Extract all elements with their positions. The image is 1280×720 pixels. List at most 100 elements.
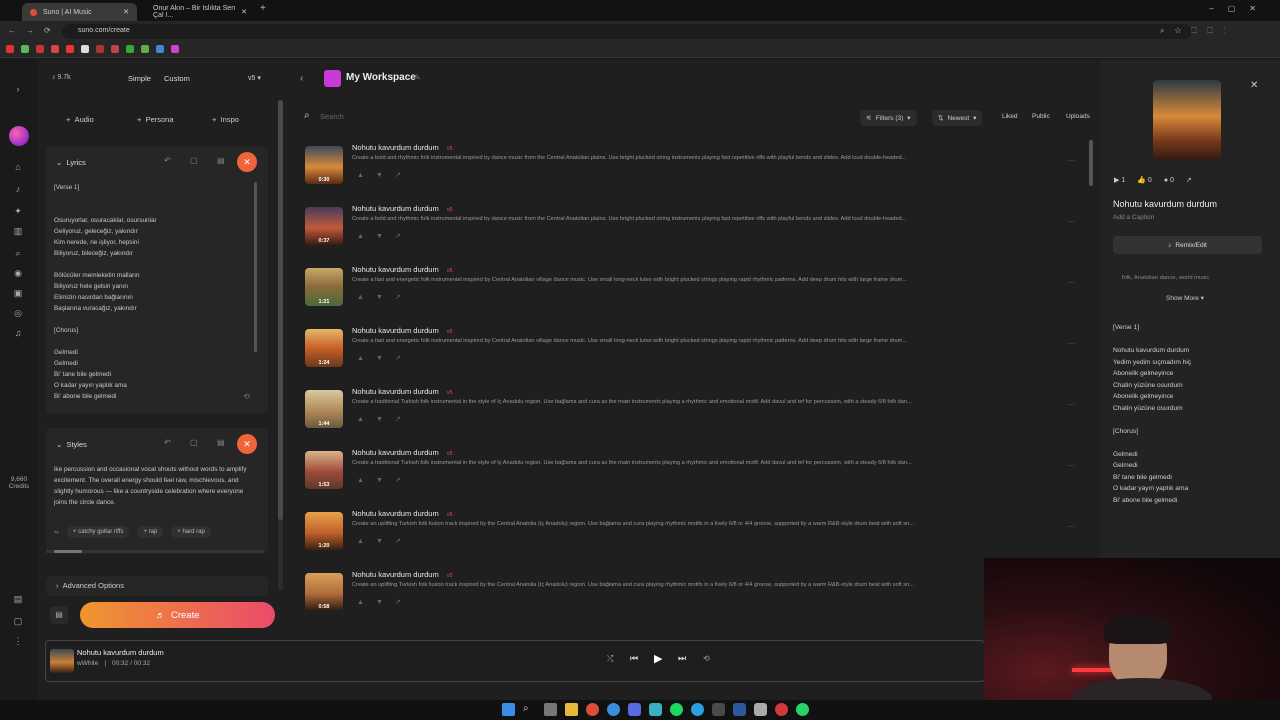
share-icon[interactable]: ↗ bbox=[395, 599, 413, 606]
song-row[interactable]: 1:53 Nohutu kavurdum durdum v5 Create a tra… bbox=[305, 448, 1075, 511]
more-options-icon[interactable]: ⋯ bbox=[1067, 339, 1075, 348]
tab-youtube[interactable]: Onur Akın – Bir Islıkta Sen Çal I... ✕ bbox=[145, 3, 255, 21]
trash-icon[interactable]: ▤ bbox=[12, 594, 24, 606]
share-icon[interactable]: ↗ bbox=[1186, 176, 1192, 184]
mode-simple-tab[interactable]: Simple bbox=[128, 74, 151, 83]
song-cover[interactable]: 1:24 bbox=[305, 329, 343, 367]
undo-icon[interactable]: ↶ bbox=[164, 156, 171, 165]
library-icon[interactable]: ▥ bbox=[12, 226, 24, 238]
liked-filter[interactable]: Liked bbox=[1002, 113, 1018, 120]
song-cover[interactable]: 1:53 bbox=[305, 451, 343, 489]
song-row[interactable]: 1:44 Nohutu kavurdum durdum v5 Create a tra… bbox=[305, 387, 1075, 450]
previous-icon[interactable]: ⏮ bbox=[630, 653, 638, 664]
song-actions[interactable]: ▲▼↗ bbox=[357, 415, 413, 423]
share-icon[interactable]: ↗ bbox=[395, 477, 413, 484]
song-actions[interactable]: ▲▼↗ bbox=[357, 171, 413, 179]
magic-wand-icon[interactable]: ✕ bbox=[237, 152, 257, 172]
repeat-icon[interactable]: ⟲ bbox=[703, 654, 710, 663]
styles-textarea[interactable]: ike percussion and occasional vocal shou… bbox=[54, 464, 252, 508]
song-cover[interactable]: 1:20 bbox=[305, 512, 343, 550]
comment-count[interactable]: ● 0 bbox=[1164, 177, 1174, 184]
song-actions[interactable]: ▲▼↗ bbox=[357, 537, 413, 545]
song-title[interactable]: Nohutu kavurdum durdum bbox=[352, 570, 439, 579]
tab-suno[interactable]: Suno | AI Music ✕ bbox=[22, 3, 137, 21]
search-icon[interactable]: ⌕ bbox=[12, 248, 24, 260]
undo-icon[interactable]: ↶ bbox=[164, 438, 171, 447]
thumbs-down-icon[interactable]: ▼ bbox=[376, 355, 395, 362]
more-options-icon[interactable]: ⋯ bbox=[1067, 217, 1075, 226]
back-icon[interactable]: ‹ bbox=[300, 73, 303, 84]
avatar[interactable] bbox=[9, 126, 29, 146]
next-icon[interactable]: ⏭ bbox=[678, 653, 686, 664]
magic-wand-icon[interactable]: ✕ bbox=[237, 434, 257, 454]
song-title[interactable]: Nohutu kavurdum durdum bbox=[352, 204, 439, 213]
caption-input[interactable]: Add a Caption bbox=[1113, 214, 1154, 221]
home-icon[interactable]: ⌂ bbox=[12, 162, 24, 174]
player-artist[interactable]: wWhite bbox=[77, 660, 98, 667]
inspo-button[interactable]: + Inspo bbox=[212, 115, 239, 124]
edit-icon[interactable]: ✎ bbox=[414, 73, 421, 82]
like-count[interactable]: 👍 0 bbox=[1137, 176, 1152, 184]
song-title[interactable]: Nohutu kavurdum durdum bbox=[352, 326, 439, 335]
browser-toolbar-icons[interactable]: ⌕☆⬚⬚⋮ bbox=[1160, 26, 1235, 36]
audio-button[interactable]: + Audio bbox=[66, 115, 94, 124]
tags-scroll-thumb[interactable] bbox=[54, 550, 82, 553]
resize-icon[interactable]: ⟲ bbox=[243, 392, 250, 401]
share-icon[interactable]: ↗ bbox=[395, 172, 413, 179]
song-list-scrollbar[interactable] bbox=[1089, 140, 1093, 186]
play-icon[interactable]: ▶ bbox=[654, 652, 662, 665]
song-actions[interactable]: ▲▼↗ bbox=[357, 293, 413, 301]
style-tag[interactable]: + rap bbox=[137, 526, 164, 538]
copy-icon[interactable]: ▢ bbox=[190, 156, 198, 165]
remix-button[interactable]: ♪ Remix/Edit bbox=[1113, 236, 1262, 254]
more-options-icon[interactable]: ⋯ bbox=[1067, 522, 1075, 531]
shuffle-icon[interactable]: ⤮ bbox=[607, 654, 613, 664]
thumbs-up-icon[interactable]: ▲ bbox=[357, 355, 376, 362]
public-filter[interactable]: Public bbox=[1032, 113, 1050, 120]
thumbs-down-icon[interactable]: ▼ bbox=[376, 294, 395, 301]
close-icon[interactable]: ✕ bbox=[1250, 80, 1258, 91]
persona-button[interactable]: + Persona bbox=[137, 115, 174, 124]
thumbs-down-icon[interactable]: ▼ bbox=[376, 233, 395, 240]
thumbs-up-icon[interactable]: ▲ bbox=[357, 233, 376, 240]
left-pane-scroll-thumb[interactable] bbox=[278, 100, 283, 520]
lyrics-scrollbar[interactable] bbox=[254, 182, 257, 352]
thumbs-up-icon[interactable]: ▲ bbox=[357, 538, 376, 545]
thumbs-up-icon[interactable]: ▲ bbox=[357, 172, 376, 179]
mode-custom-tab[interactable]: Custom bbox=[164, 74, 190, 83]
song-cover[interactable]: 0:30 bbox=[305, 146, 343, 184]
uploads-filter[interactable]: Uploads bbox=[1066, 113, 1090, 120]
expand-icon[interactable]: › bbox=[12, 84, 24, 96]
share-icon[interactable]: ↗ bbox=[395, 294, 413, 301]
thumbs-down-icon[interactable]: ▼ bbox=[376, 599, 395, 606]
more-icon[interactable]: ⋮ bbox=[12, 636, 24, 648]
song-title[interactable]: Nohutu kavurdum durdum bbox=[352, 143, 439, 152]
copy-icon[interactable]: ▢ bbox=[190, 438, 198, 447]
compass-icon[interactable]: ◎ bbox=[12, 308, 24, 320]
thumbs-up-icon[interactable]: ▲ bbox=[357, 477, 376, 484]
clear-icon[interactable]: ▤ bbox=[50, 606, 68, 624]
song-actions[interactable]: ▲▼↗ bbox=[357, 232, 413, 240]
thumbs-down-icon[interactable]: ▼ bbox=[376, 538, 395, 545]
close-icon[interactable]: ✕ bbox=[123, 8, 129, 16]
create-icon[interactable]: ♪ bbox=[12, 184, 24, 196]
bookmark-icons[interactable] bbox=[6, 45, 179, 53]
delete-icon[interactable]: ▤ bbox=[217, 156, 225, 165]
more-options-icon[interactable]: ⋯ bbox=[1067, 278, 1075, 287]
radio-icon[interactable]: ◉ bbox=[12, 268, 24, 280]
more-options-icon[interactable]: ⋯ bbox=[1067, 156, 1075, 165]
new-tab-icon[interactable]: + bbox=[260, 3, 266, 14]
song-row[interactable]: 1:20 Nohutu kavurdum durdum v5 Create an up… bbox=[305, 509, 1075, 572]
song-row[interactable]: 0:58 Nohutu kavurdum durdum v5 Create an up… bbox=[305, 570, 1075, 633]
version-select[interactable]: v5 ▾ bbox=[248, 74, 261, 82]
taskbar-icons[interactable]: ⌕ bbox=[502, 703, 809, 716]
styles-header[interactable]: ⌄ Styles bbox=[56, 440, 87, 449]
song-row[interactable]: 1:21 Nohutu kavurdum durdum v5 Create a fas… bbox=[305, 265, 1075, 328]
song-cover[interactable]: 1:21 bbox=[305, 268, 343, 306]
song-title[interactable]: Nohutu kavurdum durdum bbox=[352, 509, 439, 518]
song-row[interactable]: 0:30 Nohutu kavurdum durdum v5 Create a bol… bbox=[305, 143, 1075, 206]
tags-toggle-icon[interactable]: ⇋ bbox=[54, 529, 59, 536]
share-icon[interactable]: ↗ bbox=[395, 233, 413, 240]
share-icon[interactable]: ↗ bbox=[395, 416, 413, 423]
thumbs-up-icon[interactable]: ▲ bbox=[357, 416, 376, 423]
